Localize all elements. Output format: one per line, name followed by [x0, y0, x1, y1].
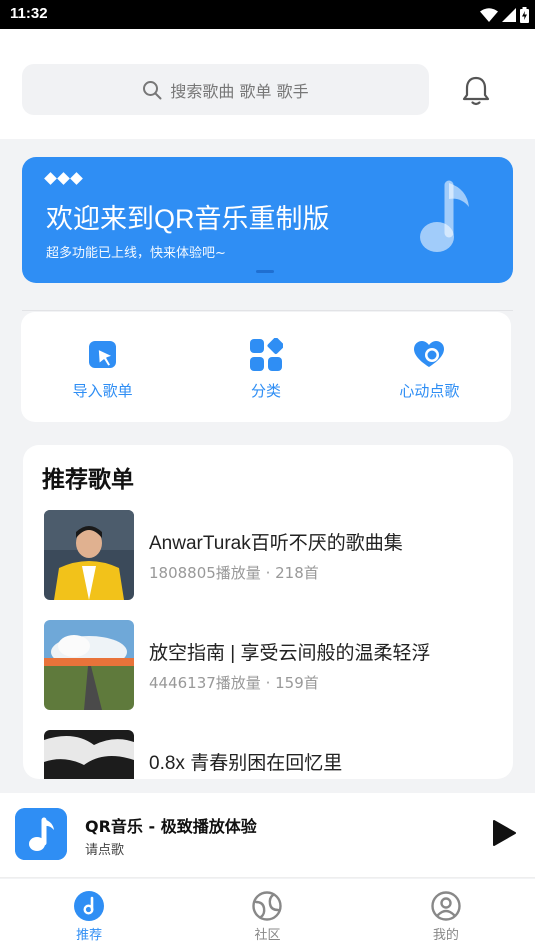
signal-icon [502, 8, 516, 22]
category-label: 分类 [250, 382, 281, 400]
battery-icon [520, 7, 529, 23]
heart-pick-icon [414, 341, 445, 367]
playlist-name: AnwarTurak百听不厌的歌曲集 [149, 533, 403, 554]
tab-profile[interactable]: 我的 [357, 879, 535, 951]
bottom-tab-bar: 推荐 社区 我的 [0, 879, 535, 951]
player-subtitle: 请点歌 [85, 843, 125, 858]
mini-player[interactable]: QR音乐 - 极致播放体验 请点歌 [0, 793, 535, 878]
banner-title: 欢迎来到QR音乐重制版 [46, 204, 330, 234]
banner-subtitle: 超多功能已上线，快来体验吧~ [46, 246, 226, 261]
playlist-meta: 1808805播放量 · 218首 [149, 564, 319, 582]
playlist-name: 0.8x 青春别困在回忆里 [149, 753, 343, 774]
banner-page-indicator [256, 270, 274, 273]
search-placeholder: 搜索歌曲 歌单 歌手 [170, 81, 309, 101]
tab-recommend-label: 推荐 [76, 928, 103, 943]
heart-pick-button[interactable]: 心动点歌 [348, 312, 511, 422]
header: 搜索歌曲 歌单 歌手 [0, 29, 535, 139]
music-note-icon [420, 180, 469, 252]
status-bar: 11:32 [0, 0, 535, 29]
import-playlist-label: 导入歌单 [72, 382, 133, 400]
playlist-name: 放空指南 | 享受云间般的温柔轻浮 [149, 643, 431, 664]
playlist-item[interactable]: AnwarTurak百听不厌的歌曲集 1808805播放量 · 218首 [44, 510, 504, 600]
recommend-icon [74, 891, 105, 921]
tab-community[interactable]: 社区 [178, 879, 356, 951]
player-music-icon [15, 808, 67, 860]
divider [22, 310, 513, 311]
category-icon [249, 338, 283, 371]
import-playlist-icon [88, 341, 116, 368]
playlist-meta: 4446137播放量 · 159首 [149, 674, 319, 692]
playlist-cover [44, 510, 134, 600]
recommended-playlists: 推荐歌单 AnwarTurak百听不厌的歌曲集 1808805播放量 · 218… [23, 445, 513, 779]
status-time: 11:32 [10, 5, 48, 22]
quick-actions: 导入歌单 分类 心动点歌 [21, 312, 511, 422]
player-title: QR音乐 - 极致播放体验 [85, 817, 257, 836]
bell-icon[interactable] [459, 74, 493, 108]
status-icons [480, 6, 529, 24]
profile-icon [431, 891, 461, 921]
section-title: 推荐歌单 [42, 467, 134, 493]
search-icon [143, 80, 162, 99]
playlist-item[interactable]: 放空指南 | 享受云间般的温柔轻浮 4446137播放量 · 159首 [44, 620, 504, 710]
banner-decoration [44, 172, 83, 185]
playlist-cover [44, 730, 134, 779]
welcome-banner[interactable]: 欢迎来到QR音乐重制版 超多功能已上线，快来体验吧~ [22, 157, 513, 283]
heart-pick-label: 心动点歌 [399, 382, 460, 400]
category-button[interactable]: 分类 [184, 312, 347, 422]
playlist-cover [44, 620, 134, 710]
community-icon [252, 891, 283, 921]
import-playlist-button[interactable]: 导入歌单 [21, 312, 184, 422]
playlist-item[interactable]: 0.8x 青春别困在回忆里 [44, 730, 504, 779]
play-icon[interactable] [490, 819, 518, 847]
tab-recommend[interactable]: 推荐 [0, 879, 178, 951]
search-input[interactable]: 搜索歌曲 歌单 歌手 [22, 64, 429, 115]
tab-profile-label: 我的 [432, 928, 459, 943]
tab-community-label: 社区 [254, 928, 281, 943]
wifi-icon [480, 8, 498, 22]
